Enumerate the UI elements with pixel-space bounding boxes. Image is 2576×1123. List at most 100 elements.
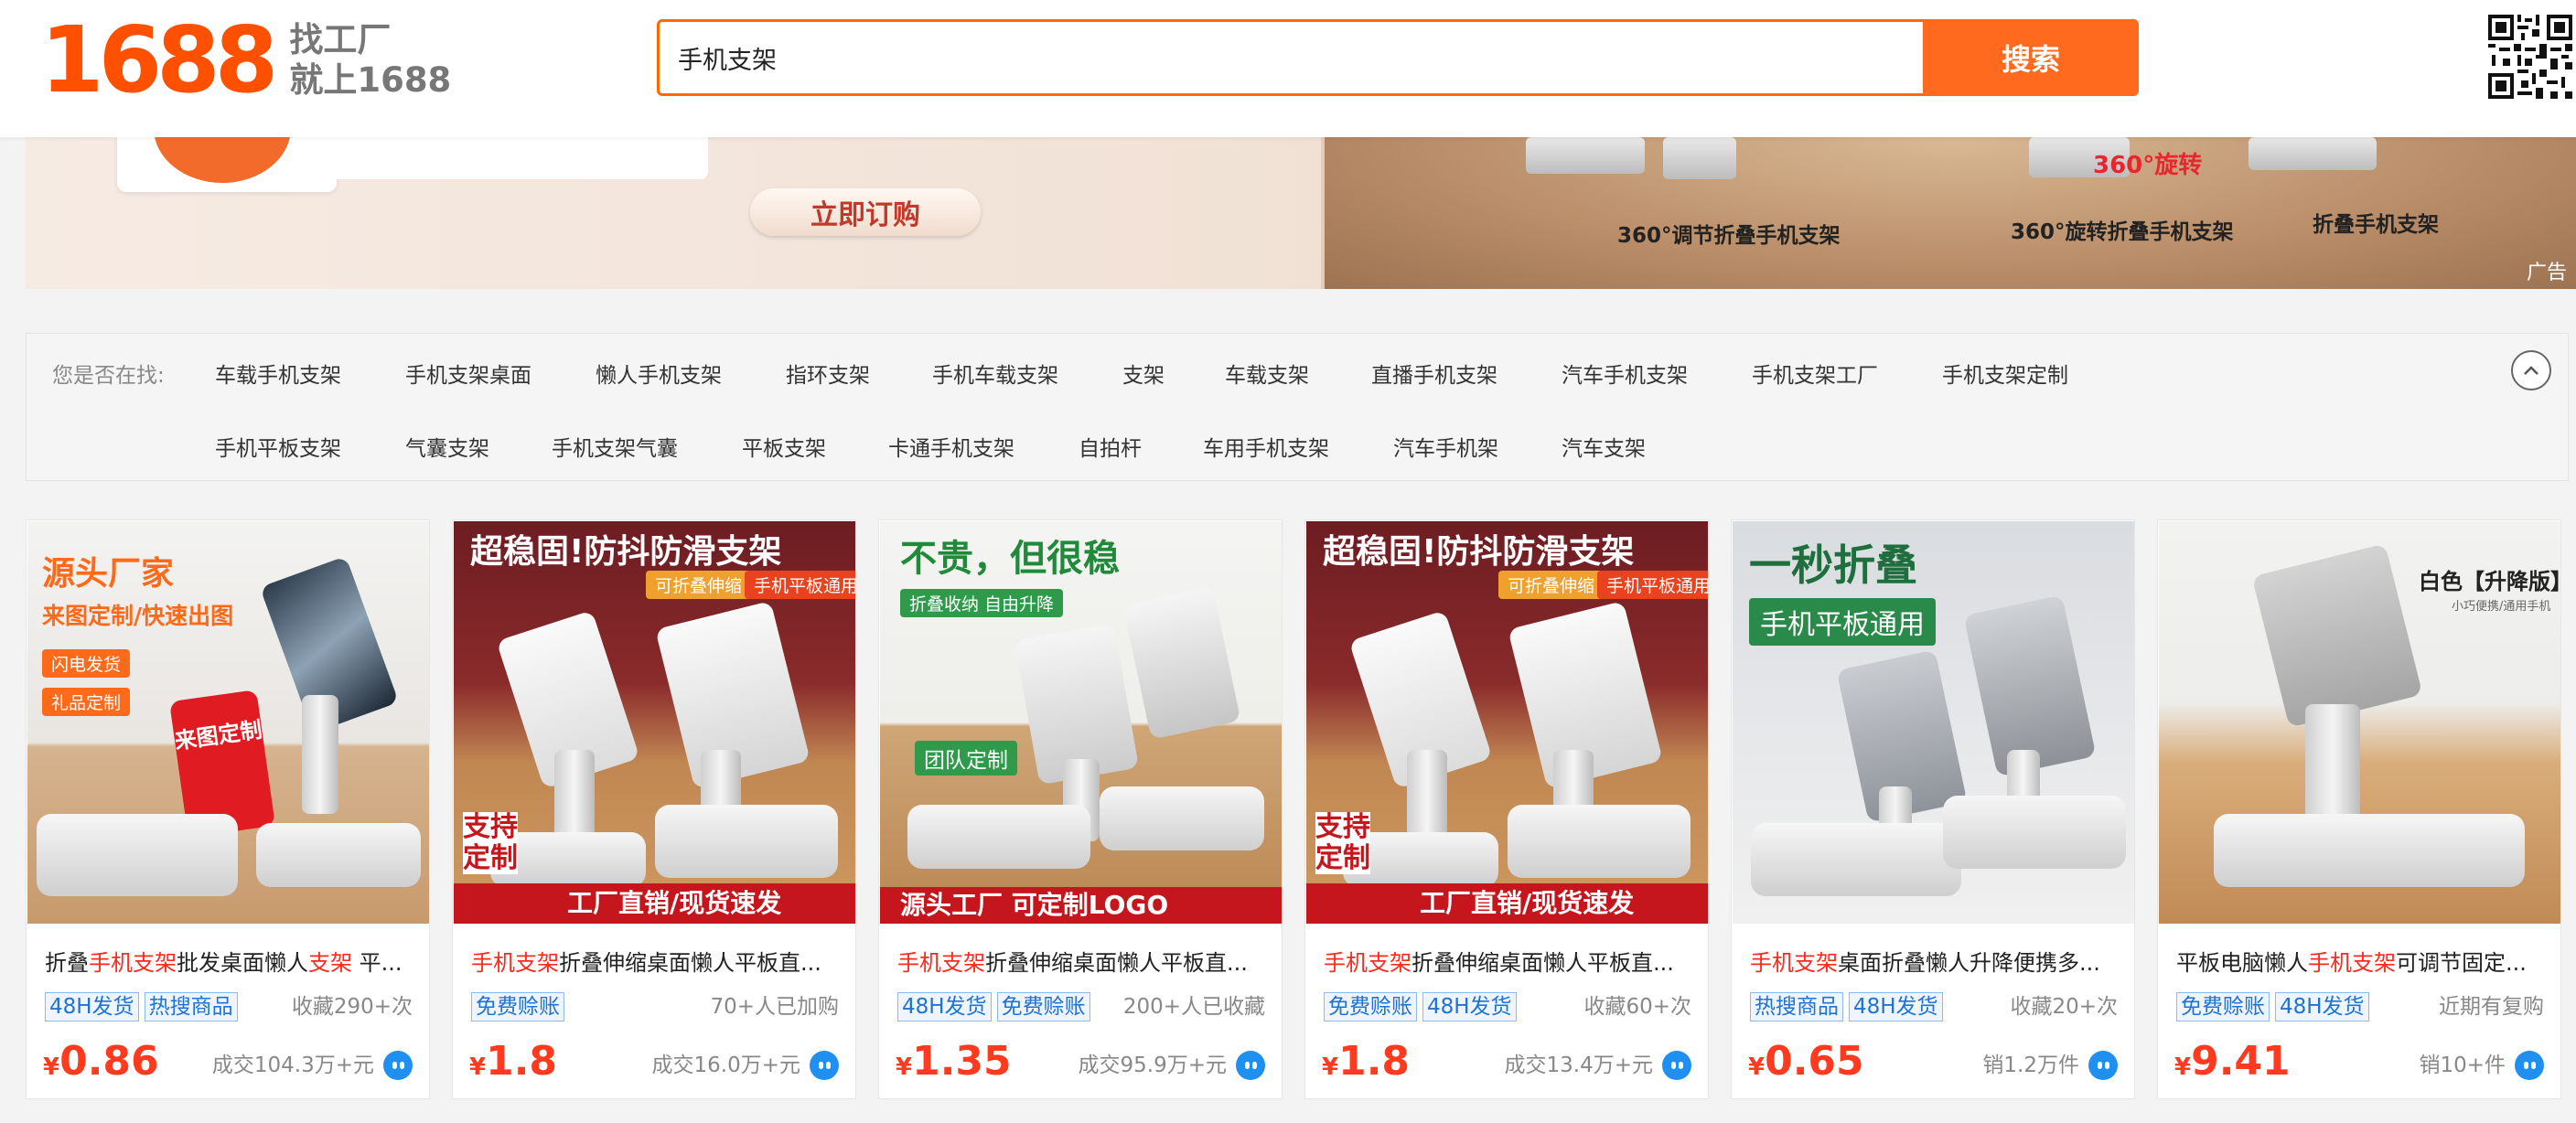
suggestion-chip[interactable]: 手机支架工厂 [1752,358,1878,389]
image-pill: 手机平板通用 [1597,571,1708,599]
product-card[interactable]: 不贵，但很稳 折叠收纳 自由升降 团队定制 源头工厂 可定制LOGO 手机支架折… [878,519,1283,1099]
wangwang-chat-icon[interactable] [1662,1051,1691,1080]
service-tag: 热搜商品 [144,992,238,1021]
product-tags: 免费赊账 48H发货 [2176,992,2369,1021]
product-meta: 70+人已加购 [710,995,839,1019]
product-title[interactable]: 折叠手机支架批发桌面懒人支架 平... [45,945,420,977]
banner-left-panel: 立即订购 [26,137,1321,289]
suggestion-chip[interactable]: 指环支架 [786,358,870,389]
ad-tag: 广告 [2526,262,2567,284]
product-card[interactable]: 白色【升降版】 小巧便携/通用手机 平板电脑懒人手机支架可调节固定... 免费赊… [2157,519,2561,1099]
service-tag: 48H发货 [2275,992,2369,1021]
product-tags: 48H发货 热搜商品 [45,992,238,1021]
product-price: ¥1.8 [469,1038,558,1085]
deal-volume: 销1.2万件 [1982,1053,2079,1077]
product-image[interactable]: 源头厂家 来图定制/快速出图 闪电发货 礼品定制 来图定制 [27,521,429,924]
wangwang-chat-icon[interactable] [1236,1051,1265,1080]
top-header: 1688 找工厂 就上1688 搜索 [0,0,2576,137]
banner-label-3: 折叠手机支架 [2313,213,2439,237]
image-headline: 超稳固!防抖防滑支架 [470,533,782,571]
product-title[interactable]: 手机支架桌面折叠懒人升降便携多... [1750,945,2125,977]
product-title[interactable]: 手机支架折叠伸缩桌面懒人平板直... [471,945,846,977]
collapse-chevron-up-icon[interactable] [2511,350,2551,390]
banner-brand-card [337,137,708,179]
suggestion-chip[interactable]: 汽车支架 [1562,431,1646,462]
wangwang-chat-icon[interactable] [810,1051,839,1080]
suggestion-chip[interactable]: 车载支架 [1225,358,1309,389]
search-button[interactable]: 搜索 [1923,19,2139,96]
image-headline: 不贵，但很稳 [900,538,1120,580]
product-tags: 免费赊账 48H发货 [1324,992,1517,1021]
product-card[interactable]: 源头厂家 来图定制/快速出图 闪电发货 礼品定制 来图定制 折叠手机支架批发桌面… [26,519,430,1099]
service-tag: 免费赊账 [2176,992,2270,1021]
product-image[interactable]: 超稳固!防抖防滑支架 可折叠伸缩 手机平板通用 支持定制 工厂直销/现货速发 [1306,521,1708,924]
service-tag: 48H发货 [1422,992,1517,1021]
banner-label-2: 360°旋转折叠手机支架 [2011,220,2234,244]
image-headline: 白色【升降版】 [2419,569,2561,594]
product-meta: 收藏60+次 [1583,995,1691,1019]
deal-volume: 成交104.3万+元 [211,1053,374,1077]
product-meta: 200+人已收藏 [1122,995,1265,1019]
site-logo[interactable]: 1688 找工厂 就上1688 [40,5,451,115]
service-tag: 免费赊账 [471,992,564,1021]
order-now-button[interactable]: 立即订购 [750,188,981,236]
product-title[interactable]: 平板电脑懒人手机支架可调节固定... [2176,945,2551,977]
product-tags: 热搜商品 48H发货 [1750,992,1943,1021]
wangwang-chat-icon[interactable] [383,1051,413,1080]
suggestion-chip[interactable]: 平板支架 [742,431,826,462]
banner-label-1: 360°调节折叠手机支架 [1617,224,1841,248]
image-subline: 来图定制/快速出图 [42,603,234,629]
suggestion-chip[interactable]: 手机支架桌面 [405,358,531,389]
deal-volume: 成交16.0万+元 [651,1053,800,1077]
search-box: 搜索 [657,19,2139,96]
image-pill: 闪电发货 [42,649,131,678]
suggestion-chip[interactable]: 气囊支架 [405,431,489,462]
slogan-line2: 就上1688 [289,60,452,100]
suggestion-chip[interactable]: 懒人手机支架 [596,358,722,389]
product-title[interactable]: 手机支架折叠伸缩桌面懒人平板直... [1324,945,1699,977]
suggestion-chip[interactable]: 手机支架气囊 [552,431,678,462]
image-bottom-bar: 源头工厂 可定制LOGO [880,887,1282,924]
deal-volume: 成交13.4万+元 [1504,1053,1653,1077]
image-pill: 可折叠伸缩 [646,571,752,599]
product-card[interactable]: 超稳固!防抖防滑支架 可折叠伸缩 手机平板通用 支持定制 工厂直销/现货速发 手… [452,519,856,1099]
suggestion-chip[interactable]: 手机平板支架 [215,431,341,462]
suggestion-chip[interactable]: 直播手机支架 [1371,358,1497,389]
banner-rotate-tag: 360°旋转 [2093,152,2203,179]
suggestion-chip[interactable]: 卡通手机支架 [888,431,1014,462]
suggestion-chip[interactable]: 支架 [1122,358,1165,389]
product-image[interactable]: 超稳固!防抖防滑支架 可折叠伸缩 手机平板通用 支持定制 工厂直销/现货速发 [454,521,855,924]
product-card[interactable]: 超稳固!防抖防滑支架 可折叠伸缩 手机平板通用 支持定制 工厂直销/现货速发 手… [1304,519,1709,1099]
image-headline: 超稳固!防抖防滑支架 [1323,533,1635,571]
suggestion-chip[interactable]: 汽车手机支架 [1562,358,1688,389]
suggestion-chip[interactable]: 车载手机支架 [215,358,341,389]
product-image[interactable]: 白色【升降版】 小巧便携/通用手机 [2159,521,2561,924]
image-side-text: 支持定制 [1315,811,1370,874]
image-pill: 可折叠伸缩 [1498,571,1605,599]
banner-brand-logo [117,137,337,192]
service-tag: 热搜商品 [1750,992,1843,1021]
search-input[interactable] [678,22,1894,93]
suggestion-chip[interactable]: 车用手机支架 [1203,431,1329,462]
product-price: ¥1.35 [896,1038,1012,1085]
logo-number: 1688 [40,6,278,113]
suggestion-chip[interactable]: 手机支架定制 [1942,358,2068,389]
product-meta: 近期有复购 [2439,995,2544,1019]
image-bottom-bar: 工厂直销/现货速发 [1306,883,1708,924]
image-pill: 礼品定制 [42,688,131,716]
product-price: ¥9.41 [2174,1038,2291,1085]
qr-code-icon[interactable] [2488,15,2572,99]
suggestion-chip[interactable]: 手机车载支架 [932,358,1058,389]
ad-banner[interactable]: 立即订购 360°调节折叠手机支架 360°旋转折叠手机支架 折叠手机支架 36… [26,137,2576,289]
service-tag: 48H发货 [897,992,992,1021]
wangwang-chat-icon[interactable] [2088,1051,2118,1080]
product-card[interactable]: 一秒折叠 手机平板通用 手机支架桌面折叠懒人升降便携多... 热搜商品 48H发… [1731,519,2135,1099]
product-image[interactable]: 不贵，但很稳 折叠收纳 自由升降 团队定制 源头工厂 可定制LOGO [880,521,1282,924]
deal-volume: 销10+件 [2419,1053,2506,1077]
suggestion-chip[interactable]: 自拍杆 [1079,431,1142,462]
image-pill: 手机平板通用 [745,571,855,599]
suggestion-chip[interactable]: 汽车手机架 [1393,431,1498,462]
wangwang-chat-icon[interactable] [2515,1051,2544,1080]
product-image[interactable]: 一秒折叠 手机平板通用 [1733,521,2134,924]
product-title[interactable]: 手机支架折叠伸缩桌面懒人平板直... [897,945,1272,977]
